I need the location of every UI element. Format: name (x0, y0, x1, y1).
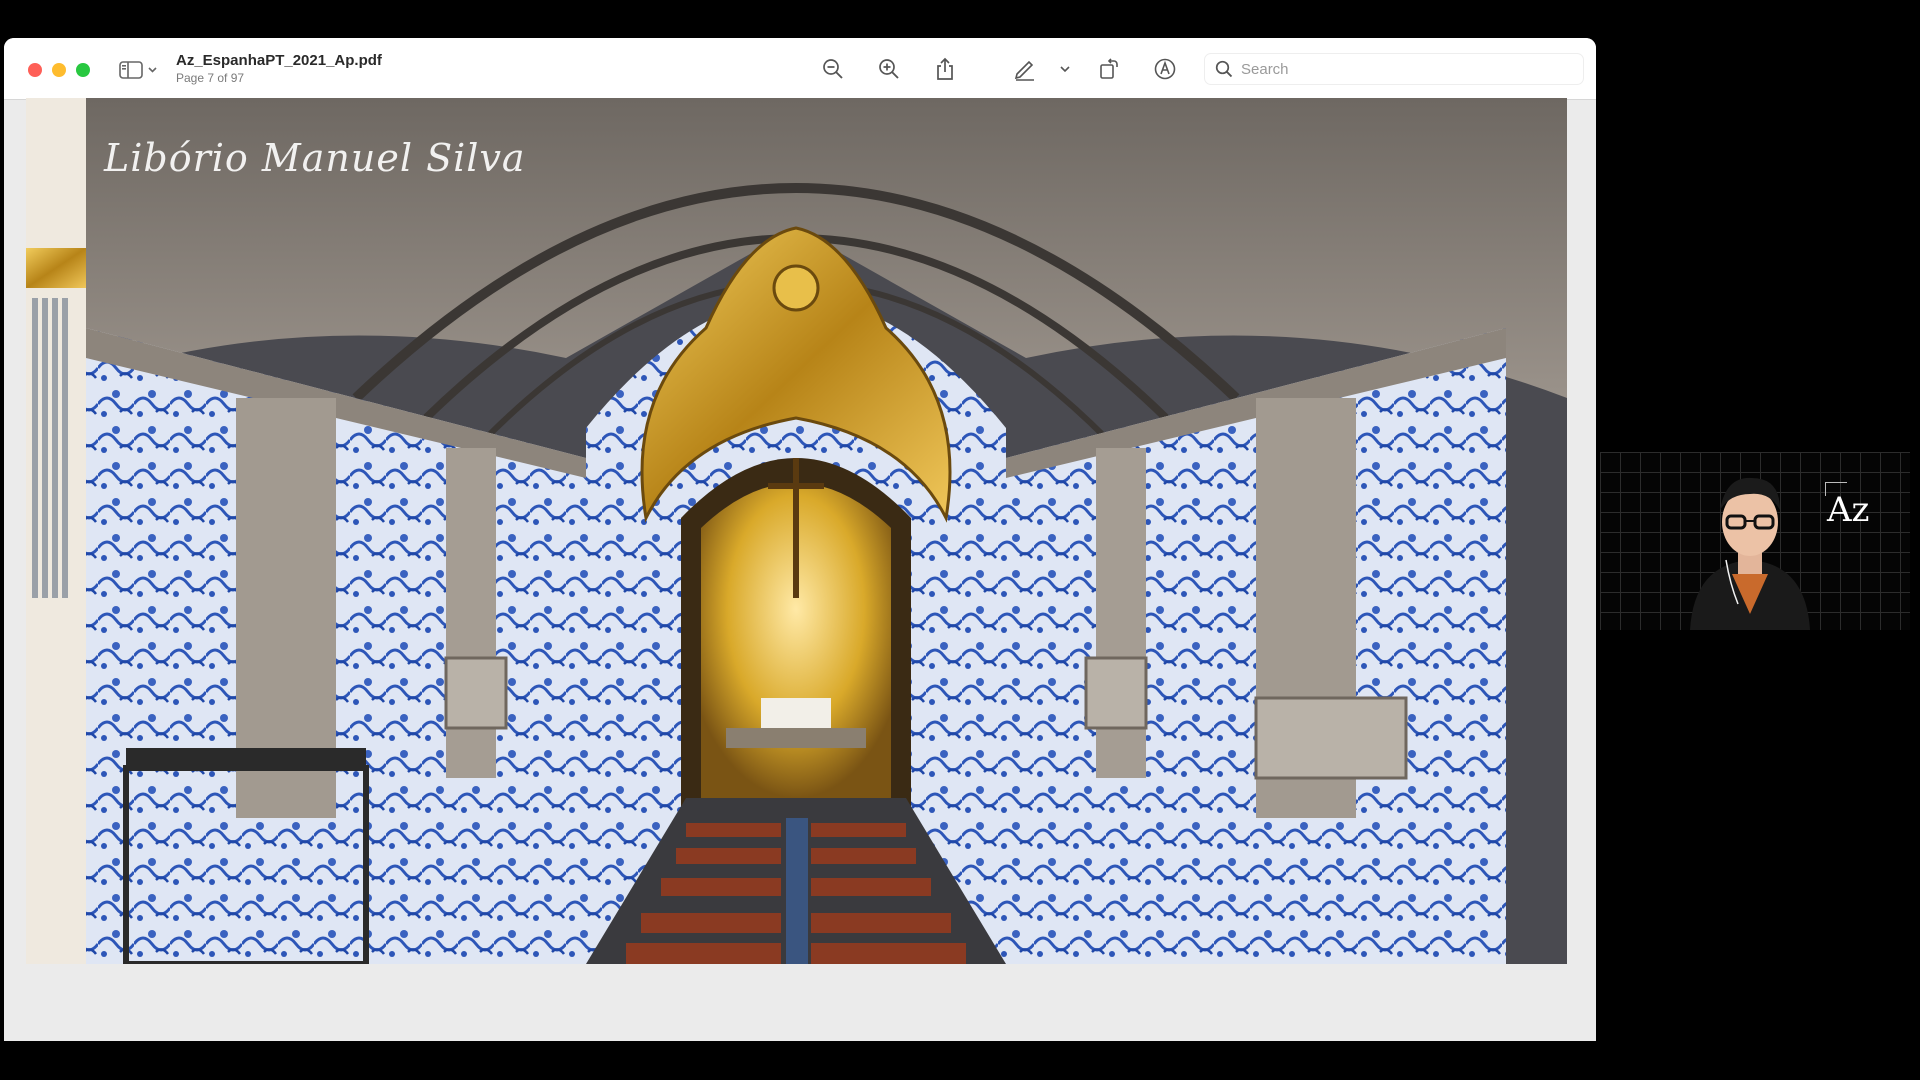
zoom-in-icon (879, 59, 899, 79)
rotate-button[interactable] (1094, 54, 1124, 84)
webcam-overlay: Az (1600, 452, 1910, 630)
zoom-in-button[interactable] (874, 54, 904, 84)
zoom-out-icon (823, 59, 843, 79)
annotate-icon (1154, 58, 1176, 80)
toolbar: Az_EspanhaPT_2021_Ap.pdf Page 7 of 97 (4, 38, 1596, 100)
markup-options-button[interactable] (1054, 54, 1076, 84)
az-logo: Az (1827, 490, 1870, 530)
chevron-down-icon (1060, 66, 1070, 73)
markup-button[interactable] (1010, 54, 1040, 84)
close-window-button[interactable] (28, 63, 42, 77)
presenter-avatar (1690, 477, 1810, 630)
church-interior-photo (26, 98, 1567, 964)
zoom-window-button[interactable] (76, 63, 90, 77)
minimize-window-button[interactable] (52, 63, 66, 77)
sidebar-toggle-button[interactable] (119, 58, 161, 82)
pen-icon (1014, 60, 1034, 81)
page-indicator: Page 7 of 97 (176, 71, 245, 85)
photo-credit: Libório Manuel Silva (104, 136, 526, 180)
sidebar-icon (119, 61, 157, 79)
document-title: Az_EspanhaPT_2021_Ap.pdf (176, 52, 382, 69)
rotate-icon (1100, 58, 1118, 79)
share-button[interactable] (930, 54, 960, 84)
search-icon (1215, 60, 1233, 78)
share-icon (937, 57, 953, 80)
search-field[interactable] (1204, 53, 1584, 85)
zoom-out-button[interactable] (818, 54, 848, 84)
annotate-button[interactable] (1150, 54, 1180, 84)
search-input[interactable] (1241, 60, 1561, 78)
